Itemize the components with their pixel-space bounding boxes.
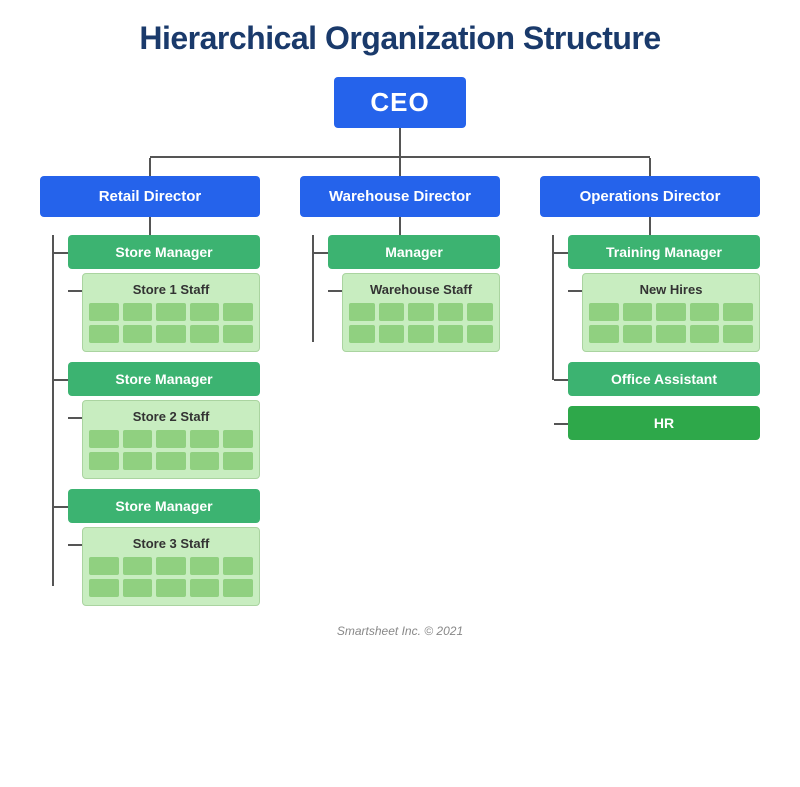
store2-staff-node: Store 2 Staff bbox=[82, 400, 260, 479]
warehouse-staff-grid bbox=[349, 303, 493, 343]
store3-group: Store Manager Store 3 Staff bbox=[54, 489, 260, 606]
warehouse-col-top-line bbox=[399, 158, 401, 176]
training-group: Training Manager New Hires bbox=[554, 235, 760, 352]
hr-node: HR bbox=[568, 406, 760, 440]
warehouse-director-col: Warehouse Director Manager bbox=[300, 176, 500, 362]
warehouse-left-rail bbox=[300, 235, 314, 362]
store1-staff-node: Store 1 Staff bbox=[82, 273, 260, 352]
warehouse-items: Manager Warehouse Staff bbox=[314, 235, 500, 362]
operations-items: Training Manager New Hires bbox=[554, 235, 760, 440]
store1-staff-inner: Store 1 Staff bbox=[68, 273, 260, 352]
store3-staff-row: Store 3 Staff bbox=[54, 527, 260, 606]
store1-manager-row: Store Manager bbox=[54, 235, 260, 269]
ceo-line-down bbox=[399, 128, 401, 156]
store2-staff-label: Store 2 Staff bbox=[89, 409, 253, 424]
retail-rail-line bbox=[52, 235, 54, 586]
store3-manager-row: Store Manager bbox=[54, 489, 260, 523]
store2-staff-row: Store 2 Staff bbox=[54, 400, 260, 479]
store3-staff-grid bbox=[89, 557, 253, 597]
warehouse-col-top bbox=[300, 158, 500, 176]
warehouse-staff-htick bbox=[328, 290, 342, 292]
retail-director-node: Retail Director bbox=[40, 176, 260, 217]
new-hires-node: New Hires bbox=[582, 273, 760, 352]
h-bar-line bbox=[150, 156, 650, 158]
retail-dir-line bbox=[149, 217, 151, 235]
warehouse-staff-row: Warehouse Staff bbox=[314, 273, 500, 352]
operations-dir-line bbox=[649, 217, 651, 235]
page-container: Hierarchical Organization Structure CEO bbox=[0, 0, 800, 787]
new-hires-htick bbox=[568, 290, 582, 292]
store2-h-tick bbox=[54, 379, 68, 381]
store1-staff-row: Store 1 Staff bbox=[54, 273, 260, 352]
store1-h-tick bbox=[54, 252, 68, 254]
office-assistant-h-tick bbox=[554, 379, 568, 381]
office-assistant-node: Office Assistant bbox=[568, 362, 760, 396]
training-manager-node: Training Manager bbox=[568, 235, 760, 269]
h-bar-wrapper bbox=[40, 156, 760, 158]
store3-staff-htick bbox=[68, 544, 82, 546]
new-hires-grid bbox=[589, 303, 753, 343]
store1-staff-grid bbox=[89, 303, 253, 343]
store2-group: Store Manager Store 2 Staff bbox=[54, 362, 260, 479]
store3-staff-inner: Store 3 Staff bbox=[68, 527, 260, 606]
retail-items: Store Manager Store 1 Staff bbox=[54, 235, 260, 606]
retail-col-top-line bbox=[149, 158, 151, 176]
retail-col-top bbox=[40, 158, 260, 176]
store1-manager-node: Store Manager bbox=[68, 235, 260, 269]
operations-director-col: Operations Director Training Manager bbox=[540, 176, 760, 440]
store2-manager-node: Store Manager bbox=[68, 362, 260, 396]
page-title: Hierarchical Organization Structure bbox=[20, 20, 780, 57]
new-hires-inner: New Hires bbox=[568, 273, 760, 352]
training-h-tick bbox=[554, 252, 568, 254]
hr-h-tick bbox=[554, 423, 568, 425]
warehouse-h-tick bbox=[314, 252, 328, 254]
ceo-node: CEO bbox=[334, 77, 465, 128]
store2-staff-htick bbox=[68, 417, 82, 419]
retail-left-rail bbox=[40, 235, 54, 606]
office-assistant-row: Office Assistant bbox=[554, 362, 760, 396]
warehouse-manager-group: Manager Warehouse Staff bbox=[314, 235, 500, 352]
store2-staff-grid bbox=[89, 430, 253, 470]
operations-children-wrapper: Training Manager New Hires bbox=[540, 235, 760, 440]
store3-h-tick bbox=[54, 506, 68, 508]
hr-group: HR bbox=[554, 406, 760, 440]
warehouse-staff-label: Warehouse Staff bbox=[349, 282, 493, 297]
operations-col-top-line bbox=[649, 158, 651, 176]
operations-director-node: Operations Director bbox=[540, 176, 760, 217]
office-assistant-group: Office Assistant bbox=[554, 362, 760, 396]
ceo-section: CEO bbox=[334, 77, 465, 156]
org-chart: CEO Retail Director bbox=[20, 77, 780, 606]
store1-group: Store Manager Store 1 Staff bbox=[54, 235, 260, 352]
retail-children-wrapper: Store Manager Store 1 Staff bbox=[40, 235, 260, 606]
warehouse-manager-row: Manager bbox=[314, 235, 500, 269]
store3-manager-node: Store Manager bbox=[68, 489, 260, 523]
col-top-lines bbox=[40, 158, 760, 176]
retail-director-col: Retail Director Store Manager bbox=[40, 176, 260, 606]
store1-staff-label: Store 1 Staff bbox=[89, 282, 253, 297]
new-hires-label: New Hires bbox=[589, 282, 753, 297]
training-manager-row: Training Manager bbox=[554, 235, 760, 269]
operations-col-top bbox=[540, 158, 760, 176]
new-hires-row: New Hires bbox=[554, 273, 760, 352]
warehouse-staff-node: Warehouse Staff bbox=[342, 273, 500, 352]
footer: Smartsheet Inc. © 2021 bbox=[20, 624, 780, 638]
warehouse-children-wrapper: Manager Warehouse Staff bbox=[300, 235, 500, 362]
store1-staff-htick bbox=[68, 290, 82, 292]
warehouse-dir-line bbox=[399, 217, 401, 235]
warehouse-staff-inner: Warehouse Staff bbox=[328, 273, 500, 352]
directors-row: Retail Director Store Manager bbox=[40, 176, 760, 606]
warehouse-manager-node: Manager bbox=[328, 235, 500, 269]
operations-left-rail bbox=[540, 235, 554, 440]
hr-row: HR bbox=[554, 406, 760, 440]
store3-staff-node: Store 3 Staff bbox=[82, 527, 260, 606]
warehouse-director-node: Warehouse Director bbox=[300, 176, 500, 217]
store3-staff-label: Store 3 Staff bbox=[89, 536, 253, 551]
store2-staff-inner: Store 2 Staff bbox=[68, 400, 260, 479]
store2-manager-row: Store Manager bbox=[54, 362, 260, 396]
